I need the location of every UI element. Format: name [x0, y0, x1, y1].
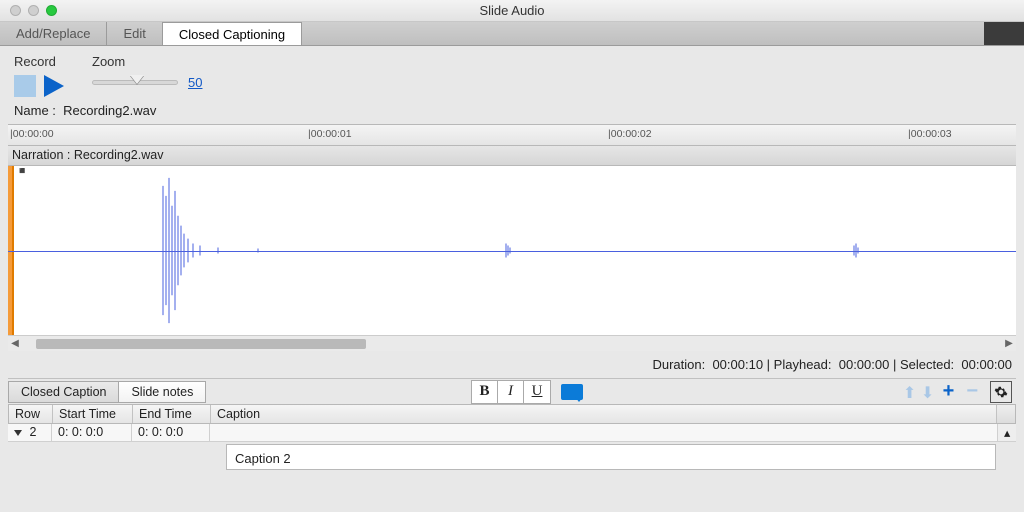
- caption-text-input[interactable]: Caption 2: [226, 444, 996, 470]
- name-label: Name :: [14, 103, 56, 118]
- chevron-down-icon[interactable]: [14, 430, 22, 436]
- record-group: Record: [14, 54, 64, 97]
- scroll-thumb[interactable]: [36, 339, 366, 349]
- end-time-cell[interactable]: 0: 0: 0:0: [132, 424, 210, 441]
- caption-editor-area: Caption 2: [226, 444, 996, 470]
- status-bar: Duration: 00:00:10 | Playhead: 00:00:00 …: [0, 351, 1024, 378]
- col-row[interactable]: Row: [9, 405, 53, 423]
- playhead-value: 00:00:00: [839, 357, 890, 372]
- selected-value: 00:00:00: [961, 357, 1012, 372]
- scroll-right-icon[interactable]: ▶: [1002, 337, 1016, 351]
- playhead-label: Playhead:: [774, 357, 832, 372]
- record-button[interactable]: [14, 75, 36, 97]
- audio-name-row: Name : Recording2.wav: [0, 101, 1024, 124]
- zoom-slider-thumb[interactable]: [130, 75, 144, 84]
- italic-button[interactable]: I: [498, 381, 524, 403]
- col-end-time[interactable]: End Time: [133, 405, 211, 423]
- underline-button[interactable]: U: [524, 381, 550, 403]
- display-options-button[interactable]: [561, 384, 583, 400]
- row-number: 2: [29, 425, 36, 439]
- audio-toolbar: Record Zoom 50: [0, 46, 1024, 101]
- duration-value: 00:00:10: [712, 357, 763, 372]
- main-tabs: Add/Replace Edit Closed Captioning: [0, 22, 1024, 46]
- col-scroll-spacer: [997, 405, 1015, 423]
- ruler-tick: |00:00:02: [608, 128, 652, 140]
- gear-icon: [994, 385, 1008, 399]
- waveform-display[interactable]: ◾: [8, 166, 1016, 336]
- bold-button[interactable]: B: [472, 381, 498, 403]
- settings-button[interactable]: [990, 381, 1012, 403]
- name-value: Recording2.wav: [63, 103, 156, 118]
- format-buttons: B I U: [471, 380, 551, 404]
- zoom-group: Zoom 50: [92, 54, 202, 97]
- narration-track-header: Narration : Recording2.wav: [8, 146, 1016, 166]
- table-row[interactable]: 2 0: 0: 0:0 0: 0: 0:0 ▴: [8, 424, 1016, 442]
- tab-add-replace[interactable]: Add/Replace: [0, 22, 107, 45]
- move-down-button[interactable]: ⬇: [919, 383, 937, 401]
- zoom-slider[interactable]: [92, 80, 178, 85]
- time-ruler[interactable]: |00:00:00 |00:00:01 |00:00:02 |00:00:03: [8, 124, 1016, 146]
- vscroll-up-icon[interactable]: ▴: [998, 424, 1016, 441]
- remove-caption-button[interactable]: −: [960, 380, 984, 403]
- move-up-button[interactable]: ⬆: [901, 383, 919, 401]
- caption-toolbar: Closed Caption Slide notes B I U ⬆ ⬇ + −: [8, 378, 1016, 404]
- window-title: Slide Audio: [0, 3, 1024, 18]
- col-start-time[interactable]: Start Time: [53, 405, 133, 423]
- ruler-tick: |00:00:01: [308, 128, 352, 140]
- tab-edit[interactable]: Edit: [107, 22, 162, 45]
- subtab-slide-notes[interactable]: Slide notes: [119, 381, 206, 403]
- add-caption-button[interactable]: +: [937, 380, 961, 403]
- zoom-label: Zoom: [92, 54, 202, 69]
- waveform-svg: [8, 166, 1016, 335]
- zoom-value[interactable]: 50: [188, 75, 202, 90]
- start-time-cell[interactable]: 0: 0: 0:0: [52, 424, 132, 441]
- selected-label: Selected:: [900, 357, 954, 372]
- waveform-hscrollbar[interactable]: ◀ ▶: [8, 336, 1016, 351]
- window-titlebar: Slide Audio: [0, 0, 1024, 22]
- tabs-overflow: [984, 22, 1024, 45]
- col-caption[interactable]: Caption: [211, 405, 997, 423]
- caption-table-header: Row Start Time End Time Caption: [8, 404, 1016, 424]
- play-button[interactable]: [44, 75, 64, 97]
- scroll-left-icon[interactable]: ◀: [8, 337, 22, 351]
- subtab-closed-caption[interactable]: Closed Caption: [8, 381, 119, 403]
- ruler-tick: |00:00:03: [908, 128, 952, 140]
- tab-closed-captioning[interactable]: Closed Captioning: [163, 22, 302, 45]
- record-label: Record: [14, 54, 64, 69]
- row-cell[interactable]: 2: [8, 424, 52, 441]
- ruler-tick: |00:00:00: [10, 128, 54, 140]
- duration-label: Duration:: [652, 357, 705, 372]
- scroll-track[interactable]: [22, 338, 1002, 350]
- caption-cell[interactable]: [210, 424, 998, 441]
